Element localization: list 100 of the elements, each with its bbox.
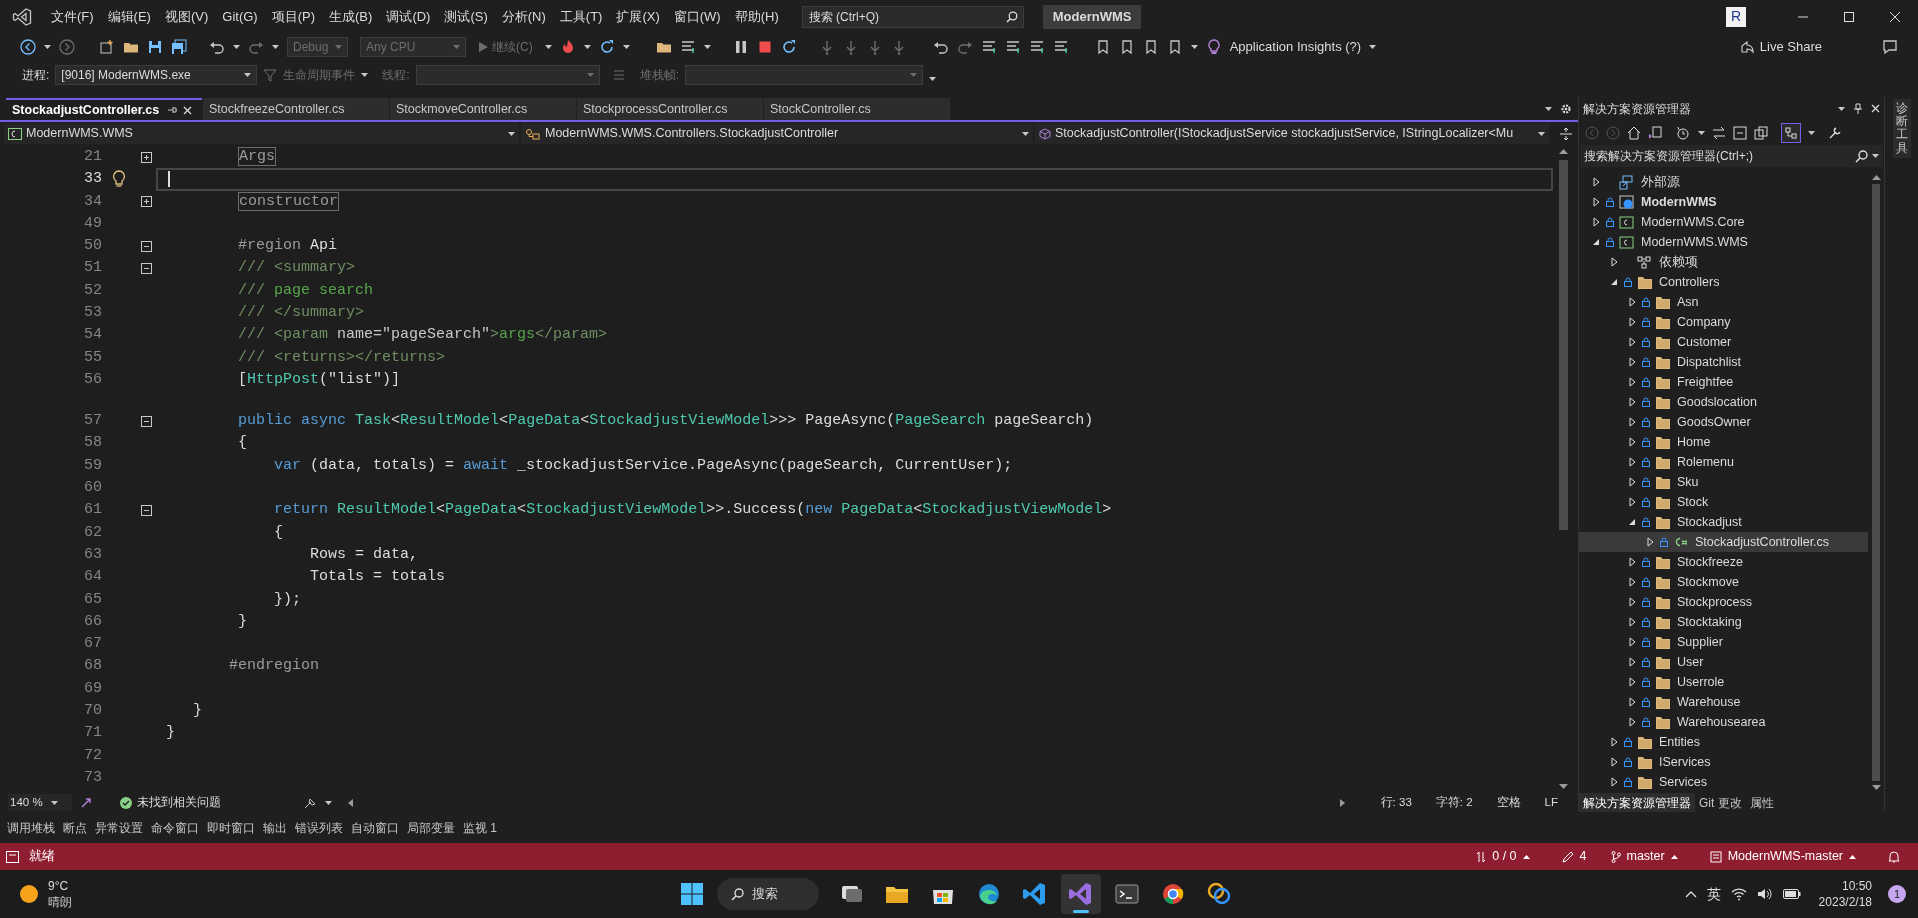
tree-item[interactable]: StockadjustController.cs (1579, 532, 1868, 552)
tree-item[interactable]: IServices (1579, 752, 1868, 772)
collapse-icon[interactable] (140, 240, 152, 252)
panel-tab[interactable]: 属性 (1745, 793, 1778, 812)
menu-item[interactable]: 视图(V) (157, 6, 216, 27)
output-window-icon[interactable] (6, 850, 19, 863)
caret-icon[interactable] (1670, 854, 1678, 859)
collapse-icon[interactable] (140, 263, 152, 275)
issues-button[interactable]: 未找到相关问题 (120, 793, 295, 812)
tool-window-tab[interactable]: 断点 (60, 818, 90, 837)
redo-icon[interactable] (956, 39, 973, 55)
type-dropdown[interactable]: ModernWMS.WMS.Controllers.StockadjustController (521, 123, 1033, 144)
editor-tab[interactable]: StockmoveController.cs (390, 98, 576, 120)
tree-item[interactable]: Entities (1579, 732, 1868, 752)
collapse-icon[interactable] (140, 505, 152, 517)
pin-icon[interactable] (167, 105, 178, 115)
side-tab[interactable]: 诊断工具 (1892, 99, 1911, 158)
search-field[interactable]: 搜索解决方案资源管理器(Ctrl+;) (1580, 145, 1883, 167)
caret-icon[interactable] (1545, 107, 1552, 111)
scroll-arrow-icon[interactable] (1558, 784, 1568, 789)
expand-icon[interactable] (140, 196, 152, 208)
caret-icon[interactable] (244, 72, 252, 77)
save-all-icon[interactable] (171, 39, 187, 55)
back-icon[interactable] (20, 39, 36, 55)
volume-icon[interactable] (1756, 887, 1773, 901)
show-all-files-icon[interactable] (1754, 125, 1768, 140)
scroll-arrow-icon[interactable] (1871, 785, 1881, 790)
caret-icon[interactable] (44, 45, 51, 49)
tree-item[interactable]: Stockmove (1579, 572, 1868, 592)
changes-button[interactable]: 0 / 0 (1470, 847, 1536, 866)
editor-tab[interactable]: StockprocessController.cs (577, 98, 763, 120)
input-method[interactable]: 英 (1706, 883, 1721, 905)
caret-icon[interactable] (929, 76, 937, 81)
caret-icon[interactable] (1369, 45, 1377, 49)
undo-icon[interactable] (932, 39, 949, 55)
caret-icon[interactable] (1808, 130, 1815, 135)
settings-icon[interactable] (1560, 103, 1572, 115)
taskbar-search[interactable]: 搜索 (717, 878, 819, 910)
restart-icon[interactable] (598, 39, 615, 55)
scroll-arrow-icon[interactable] (1558, 149, 1568, 154)
switch-views-icon[interactable] (1648, 125, 1662, 140)
tree-item[interactable]: Controllers (1579, 272, 1868, 292)
lightbulb-icon[interactable] (1205, 39, 1222, 55)
tool-window-tab[interactable]: 调用堆栈 (4, 818, 58, 837)
filter-icon[interactable] (263, 67, 278, 82)
menu-item[interactable]: Git(G) (215, 6, 265, 27)
menu-item[interactable]: 工具(T) (552, 6, 610, 27)
panel-tab[interactable]: 解决方案资源管理器 (1579, 793, 1695, 812)
editor-tab[interactable]: StockadjustController.cs (6, 98, 202, 120)
tree-item[interactable]: 依赖项 (1579, 252, 1868, 272)
tool-window-tab[interactable]: 即时窗口 (204, 818, 258, 837)
collapsed-region[interactable]: Args (238, 146, 277, 166)
caret-icon[interactable] (361, 72, 369, 77)
caret-icon[interactable] (1538, 131, 1545, 136)
wifi-icon[interactable] (1730, 887, 1747, 901)
caret-icon[interactable] (703, 45, 711, 49)
menu-item[interactable]: 调试(D) (379, 6, 438, 27)
caret-icon[interactable] (325, 800, 332, 805)
show-hidden-icons-icon[interactable] (1684, 890, 1697, 898)
indent-mode[interactable]: 空格 (1488, 793, 1529, 812)
tree-item[interactable]: User (1579, 652, 1868, 672)
tree-item[interactable]: Stockadjust (1579, 512, 1868, 532)
tool-window-tab[interactable]: 局部变量 (404, 818, 458, 837)
home-icon[interactable] (1627, 125, 1641, 140)
menu-item[interactable]: 帮助(H) (727, 6, 786, 27)
close-icon[interactable] (183, 105, 193, 115)
tree-item[interactable]: Stockprocess (1579, 592, 1868, 612)
filter-toggle[interactable] (1781, 122, 1801, 143)
tree-item[interactable]: Asn (1579, 292, 1868, 312)
line-position[interactable]: 行: 33 (1372, 793, 1420, 812)
tree-item[interactable]: Stock (1579, 492, 1868, 512)
taskbar-app[interactable] (1061, 874, 1101, 914)
caret-icon[interactable] (233, 45, 240, 49)
expand-icon[interactable] (140, 151, 152, 163)
editor-tab[interactable]: StockfreezeController.cs (203, 98, 389, 120)
panel-tab[interactable]: Git 更改 (1695, 793, 1746, 812)
caret-icon[interactable] (544, 45, 552, 49)
caret-icon[interactable] (622, 45, 630, 49)
tool-window-tab[interactable]: 错误列表 (292, 818, 346, 837)
tree-item[interactable]: Home (1579, 432, 1868, 452)
forward-icon[interactable] (59, 39, 75, 55)
caret-icon[interactable] (1698, 130, 1705, 135)
tree-item[interactable]: Warehouse (1579, 692, 1868, 712)
caret-icon[interactable] (1522, 854, 1530, 859)
repository-button[interactable]: ModernWMS-master (1703, 847, 1862, 866)
notification-badge[interactable]: 1 (1888, 885, 1906, 903)
tool-window-tab[interactable]: 输出 (260, 818, 290, 837)
tree-item[interactable]: 外部源 (1579, 172, 1868, 192)
tree-item[interactable]: Goodslocation (1579, 392, 1868, 412)
tree-item[interactable]: Freightfee (1579, 372, 1868, 392)
caret-icon[interactable] (1190, 45, 1198, 49)
lightbulb-icon[interactable] (112, 170, 126, 189)
redo-icon[interactable] (248, 39, 264, 55)
menu-item[interactable]: 编辑(E) (100, 6, 158, 27)
tree-item[interactable]: ModernWMS (1579, 192, 1868, 212)
pin-icon[interactable] (1853, 103, 1863, 114)
history-icon[interactable] (1675, 125, 1691, 140)
comment-icon[interactable] (1028, 39, 1045, 55)
restart-icon[interactable] (780, 39, 797, 55)
collapse-arrow-icon[interactable] (1592, 238, 1600, 246)
